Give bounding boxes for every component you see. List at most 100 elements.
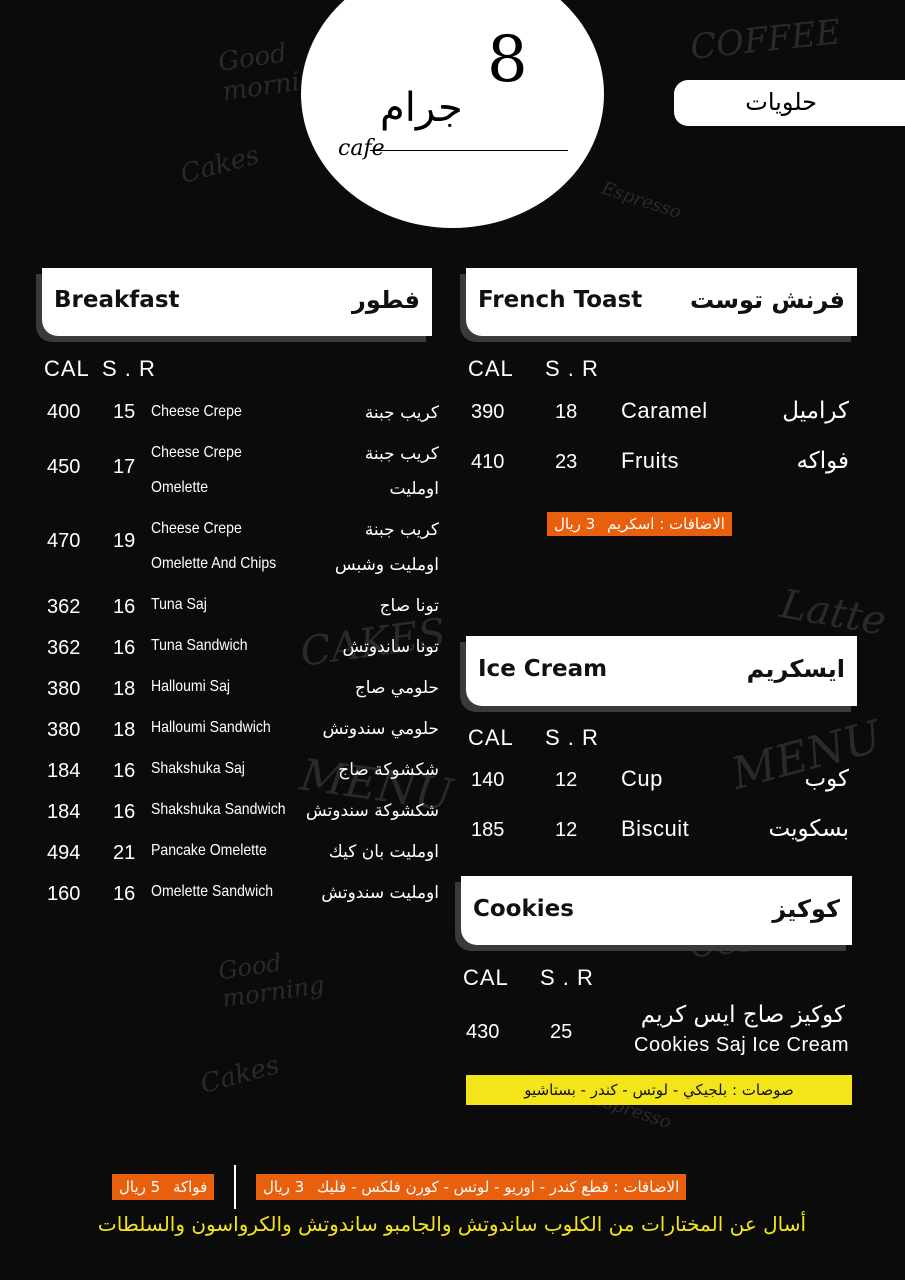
cookies-sr-header: S . R [540,965,594,990]
breakfast-cal-header: CAL [44,356,90,381]
french-toast-item-ar: كراميل [782,398,849,424]
breakfast-item-ar: حلومي صاج [354,678,439,698]
breakfast-cal: 400 [47,401,81,423]
breakfast-price: 16 [113,596,136,618]
breakfast-title-en: Breakfast [54,287,180,313]
footer-addons-label: الاضافات : قطع كندر - اوريو - لوتس - كور… [310,1174,687,1200]
logo-underline [370,150,568,151]
breakfast-item-en: Cheese Crepe [151,520,242,537]
breakfast-price: 18 [113,678,136,700]
ice-cream-header: Ice Cream ايسكريم [466,636,857,706]
breakfast-cal: 380 [47,719,81,741]
breakfast-cal: 184 [47,801,81,823]
breakfast-item-ar: كريب جبنة [364,403,439,423]
breakfast-price: 16 [113,883,136,905]
french-toast-addon-price: 3 ريال [547,512,603,536]
ice-cream-price: 12 [555,769,578,791]
ice-cream-cal-header: CAL [468,725,514,750]
breakfast-price: 21 [113,842,136,864]
logo-cafe: cafe [338,136,385,161]
french-toast-addon-label: الاضافات : اسكريم [600,512,732,536]
breakfast-item-en: Omelette Sandwich [151,883,274,900]
breakfast-item-en: Halloumi Sandwich [151,719,271,736]
breakfast-item-ar: تونا صاج [379,596,439,616]
cookies-title-ar: كوكيز [772,895,840,923]
footer-addons-price: 3 ريال [256,1174,312,1200]
cookies-title-en: Cookies [473,896,574,922]
breakfast-item-en: Cheese Crepe [151,403,242,420]
section-tab-sweets: حلويات [674,80,905,126]
logo-number: 8 [487,23,528,97]
cookies-price: 25 [550,1021,573,1043]
breakfast-cal: 184 [47,760,81,782]
french-toast-price: 18 [555,401,578,423]
breakfast-cal: 470 [47,530,81,552]
breakfast-item-ar: اومليت بان كيك [328,842,439,862]
breakfast-cal: 160 [47,883,81,905]
breakfast-title-ar: فطور [352,286,420,314]
breakfast-item-en: Shakshuka Saj [151,760,245,777]
logo-arabic: جرام [380,85,463,131]
breakfast-price: 19 [113,530,136,552]
breakfast-price: 16 [113,760,136,782]
french-toast-item-ar: فواكه [796,448,849,474]
breakfast-price: 17 [113,456,136,478]
cookies-sauces: صوصات : بلجيكي - لوتس - كندر - بستاشيو [466,1075,852,1105]
french-toast-cal: 410 [471,451,505,473]
ice-cream-item-en: Biscuit [621,816,690,841]
french-toast-cal: 390 [471,401,505,423]
french-toast-title-ar: فرنش توست [689,286,845,314]
breakfast-item-en: Shakshuka Sandwich [151,801,286,818]
breakfast-sr-header: S . R [102,356,156,381]
footer-note: أسال عن المختارات من الكلوب ساندوتش والج… [97,1212,807,1236]
ice-cream-price: 12 [555,819,578,841]
cookies-header: Cookies كوكيز [461,876,852,945]
breakfast-item-en: Omelette And Chips [151,555,277,572]
breakfast-cal: 362 [47,637,81,659]
ice-cream-title-ar: ايسكريم [746,655,845,683]
french-toast-cal-header: CAL [468,356,514,381]
cookies-cal-header: CAL [463,965,509,990]
section-tab-label: حلويات [745,88,817,116]
ice-cream-item-en: Cup [621,766,663,791]
french-toast-title-en: French Toast [478,287,643,313]
breakfast-item-en: Omelette [151,479,209,496]
ice-cream-cal: 185 [471,819,505,841]
breakfast-cal: 380 [47,678,81,700]
french-toast-header: French Toast فرنش توست [466,268,857,336]
breakfast-item-ar: شكشوكة صاج [338,760,439,780]
breakfast-cal: 494 [47,842,81,864]
ice-cream-title-en: Ice Cream [478,656,608,682]
breakfast-item-en: Tuna Saj [151,596,207,613]
breakfast-cal: 362 [47,596,81,618]
breakfast-price: 15 [113,401,136,423]
ice-cream-item-ar: كوب [804,766,849,792]
ice-cream-cal: 140 [471,769,505,791]
breakfast-price: 16 [113,801,136,823]
french-toast-price: 23 [555,451,578,473]
breakfast-item-ar: اومليت سندوتش [321,883,439,903]
french-toast-item-en: Fruits [621,448,679,473]
breakfast-item-ar: تونا ساندوتش [342,637,439,657]
breakfast-item-en: Halloumi Saj [151,678,231,695]
french-toast-sr-header: S . R [545,356,599,381]
footer-divider [234,1165,236,1209]
breakfast-item-en: Cheese Crepe [151,444,242,461]
cookies-cal: 430 [466,1021,500,1043]
ice-cream-item-ar: بسكويت [768,816,850,842]
ice-cream-sr-header: S . R [545,725,599,750]
cookies-item-ar: كوكيز صاج ايس كريم [640,1002,845,1028]
breakfast-item-ar: اومليت [389,479,440,499]
breakfast-cal: 450 [47,456,81,478]
footer-fruit-price: 5 ريال [112,1174,168,1200]
breakfast-item-ar: كريب جبنة [364,444,439,464]
french-toast-item-en: Caramel [621,398,708,423]
breakfast-price: 18 [113,719,136,741]
breakfast-header: Breakfast فطور [42,268,432,336]
footer-fruit-label: فواكة [166,1174,215,1200]
breakfast-price: 16 [113,637,136,659]
breakfast-item-ar: حلومي سندوتش [322,719,439,739]
breakfast-item-en: Pancake Omelette [151,842,267,859]
breakfast-item-ar: كريب جبنة [364,520,439,540]
breakfast-item-en: Tuna Sandwich [151,637,248,654]
